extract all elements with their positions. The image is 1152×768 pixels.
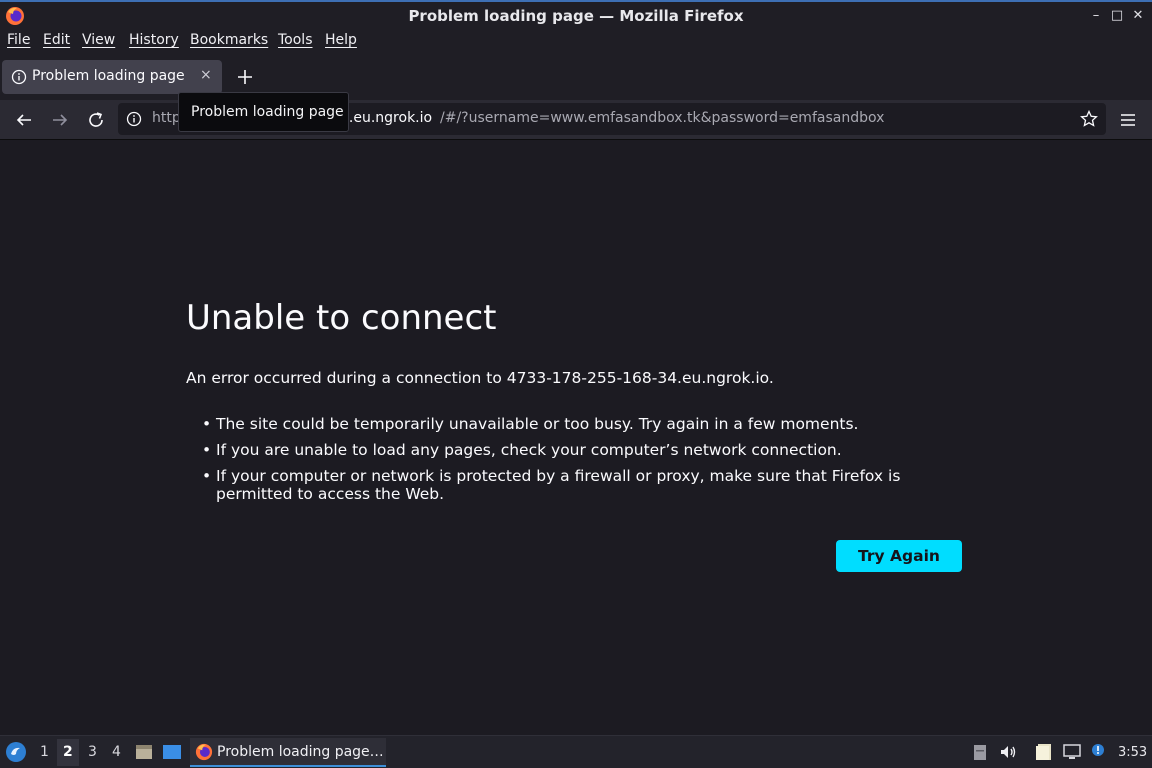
url-domain: 4.eu.ngrok.io bbox=[340, 110, 433, 126]
back-icon[interactable] bbox=[13, 109, 35, 131]
firefox-icon bbox=[195, 743, 213, 761]
minimize-button[interactable]: – bbox=[1086, 6, 1106, 26]
workspace-1[interactable]: 1 bbox=[40, 744, 49, 760]
notification-icon[interactable] bbox=[1088, 742, 1108, 762]
tab-label: Problem loading page bbox=[32, 68, 185, 84]
menu-view[interactable]: View bbox=[82, 32, 115, 48]
clipboard-icon[interactable] bbox=[970, 742, 990, 762]
error-page: Unable to connect An error occurred duri… bbox=[0, 141, 1152, 735]
tab-problem-loading[interactable]: Problem loading page × bbox=[2, 60, 222, 94]
error-title: Unable to connect bbox=[186, 298, 497, 338]
file-manager-icon[interactable] bbox=[134, 742, 154, 762]
suggestion-item: If you are unable to load any pages, che… bbox=[200, 441, 970, 459]
workspace-3[interactable]: 3 bbox=[88, 744, 97, 760]
menu-history[interactable]: History bbox=[129, 32, 179, 48]
tab-bar: Problem loading page × bbox=[0, 54, 1152, 100]
try-again-button[interactable]: Try Again bbox=[836, 540, 962, 572]
workspace-2[interactable]: 2 bbox=[63, 744, 73, 760]
clock: 3:53 bbox=[1118, 745, 1148, 760]
menu-help[interactable]: Help bbox=[325, 32, 357, 48]
window-title: Problem loading page — Mozilla Firefox bbox=[408, 7, 744, 25]
menu-edit[interactable]: Edit bbox=[43, 32, 70, 48]
menu-hamburger-icon[interactable] bbox=[1118, 110, 1138, 130]
taskbar: 1 2 3 4 Problem loading page… 3:53 bbox=[0, 735, 1152, 768]
suggestion-item: The site could be temporarily unavailabl… bbox=[200, 415, 970, 433]
network-icon[interactable] bbox=[1062, 742, 1082, 762]
navigation-toolbar: http 4.eu.ngrok.io /#/?username=www.emfa… bbox=[0, 100, 1152, 140]
start-menu-icon[interactable] bbox=[4, 740, 28, 764]
bookmark-star-icon[interactable] bbox=[1080, 110, 1098, 128]
error-description: An error occurred during a connection to… bbox=[186, 369, 774, 387]
error-suggestions: The site could be temporarily unavailabl… bbox=[200, 415, 970, 511]
url-prefix: http bbox=[152, 110, 181, 126]
volume-icon[interactable] bbox=[998, 742, 1018, 762]
menu-bar: File Edit View History Bookmarks Tools H… bbox=[0, 30, 1152, 54]
tab-close-icon[interactable]: × bbox=[200, 67, 212, 83]
new-tab-icon[interactable] bbox=[234, 66, 256, 88]
info-icon bbox=[11, 69, 27, 85]
notes-icon[interactable] bbox=[1034, 742, 1054, 762]
close-window-button[interactable]: ✕ bbox=[1128, 6, 1148, 26]
menu-file[interactable]: File bbox=[7, 32, 30, 48]
suggestion-item: If your computer or network is protected… bbox=[200, 467, 970, 503]
tab-tooltip: Problem loading page bbox=[178, 92, 349, 132]
forward-icon[interactable] bbox=[49, 109, 71, 131]
menu-tools[interactable]: Tools bbox=[278, 32, 313, 48]
site-info-icon[interactable] bbox=[126, 111, 142, 127]
url-path: /#/?username=www.emfasandbox.tk&password… bbox=[440, 110, 885, 126]
workspace-4[interactable]: 4 bbox=[112, 744, 121, 760]
reload-icon[interactable] bbox=[85, 109, 107, 131]
taskbar-firefox-task[interactable]: Problem loading page… bbox=[190, 738, 386, 767]
menu-bookmarks[interactable]: Bookmarks bbox=[190, 32, 268, 48]
maximize-button[interactable]: □ bbox=[1107, 6, 1127, 26]
window-titlebar: Problem loading page — Mozilla Firefox –… bbox=[0, 0, 1152, 30]
task-label: Problem loading page… bbox=[217, 744, 384, 760]
desktop-icon[interactable] bbox=[162, 742, 182, 762]
